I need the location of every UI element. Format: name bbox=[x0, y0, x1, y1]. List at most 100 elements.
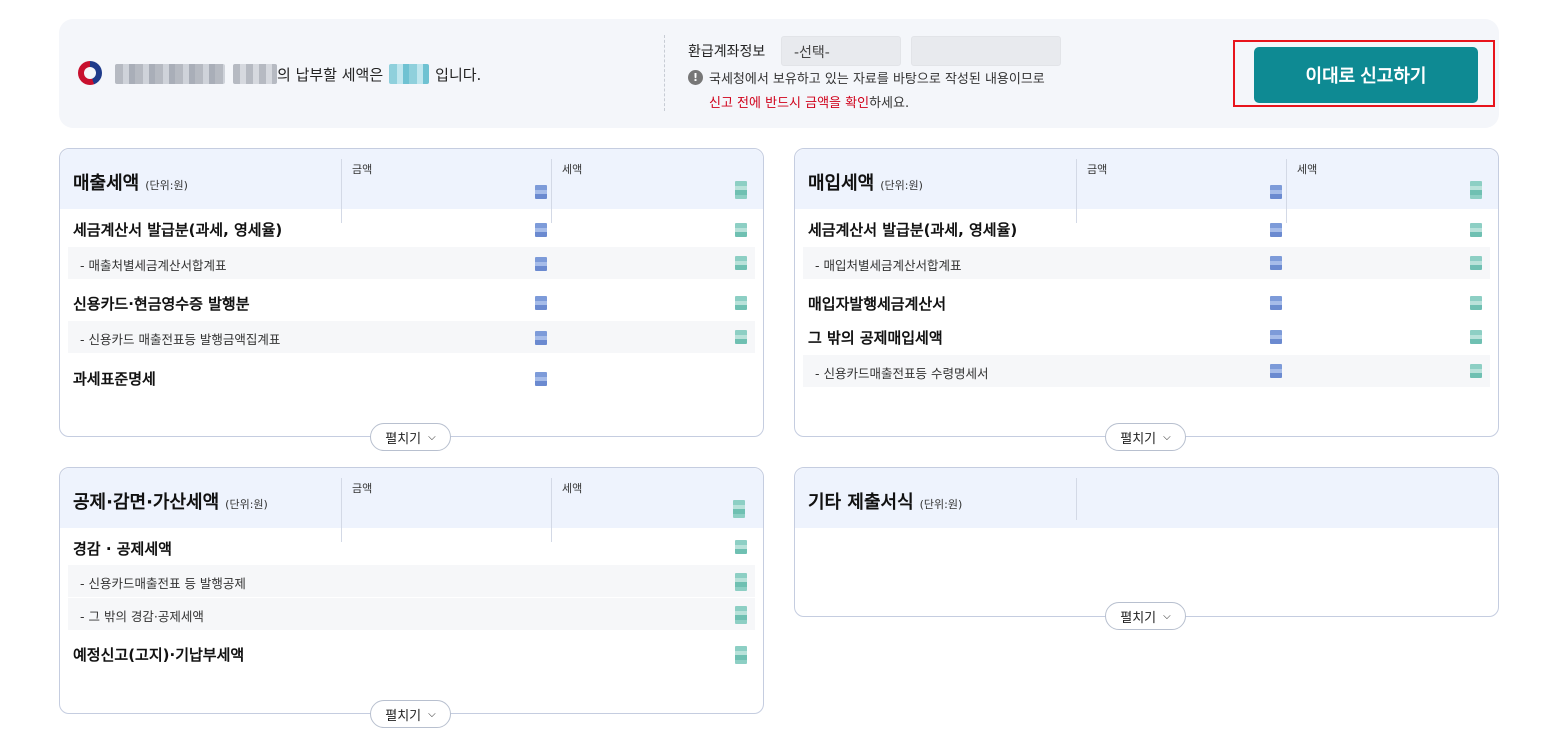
notice-line-2: 신고 전에 반드시 금액을 확인하세요. bbox=[709, 92, 909, 111]
masked-value bbox=[1270, 223, 1282, 237]
expand-label: 펼치기 bbox=[385, 708, 422, 724]
row-label: - 매출처별세금계산서합계표 bbox=[80, 258, 227, 273]
list-item[interactable]: 매입자발행세금계산서 bbox=[795, 286, 1498, 318]
chevron-down-icon: ⌵ bbox=[1163, 610, 1171, 622]
masked-value bbox=[535, 257, 547, 271]
unit-label: (단위:원) bbox=[145, 179, 188, 192]
purchase-tax-panel: 매입세액 (단위:원) 금액 세액 세금계산서 발급분(과세, 영세율) - 매입… bbox=[794, 148, 1499, 437]
masked-value bbox=[1470, 330, 1482, 344]
chevron-down-icon: ⌵ bbox=[1163, 431, 1171, 443]
list-item[interactable]: 그 밖의 공제매입세액 bbox=[795, 320, 1498, 352]
refund-account-input[interactable] bbox=[911, 36, 1061, 66]
masked-value bbox=[735, 256, 747, 270]
expand-button-sales[interactable]: 펼치기 ⌵ bbox=[370, 423, 451, 451]
list-item[interactable]: - 매입처별세금계산서합계표 bbox=[803, 247, 1490, 279]
expand-button-purchase[interactable]: 펼치기 ⌵ bbox=[1105, 423, 1186, 451]
row-label: - 신용카드매출전표등 수령명세서 bbox=[815, 366, 989, 381]
panel-title: 매입세액 (단위:원) bbox=[808, 169, 923, 195]
masked-value bbox=[535, 331, 547, 345]
row-label: 신용카드·현금영수증 발행분 bbox=[73, 295, 250, 313]
tax-payable-summary: 의 납부할 세액은 입니다. bbox=[115, 59, 481, 89]
masked-value bbox=[1470, 296, 1482, 310]
other-forms-panel: 기타 제출서식 (단위:원) bbox=[794, 467, 1499, 617]
masked-value bbox=[1470, 223, 1482, 237]
masked-value bbox=[733, 500, 745, 518]
list-item[interactable]: - 그 밖의 경감·공제세액 bbox=[68, 598, 755, 630]
unit-label: (단위:원) bbox=[225, 498, 268, 511]
masked-value bbox=[735, 296, 747, 310]
row-label: 경감 · 공제세액 bbox=[73, 540, 172, 558]
amount-column-header: 금액 bbox=[352, 482, 373, 495]
masked-value bbox=[735, 573, 747, 591]
chevron-down-icon: ⌵ bbox=[428, 431, 436, 443]
row-label: 예정신고(고지)·기납부세액 bbox=[73, 646, 245, 664]
masked-value bbox=[735, 646, 747, 664]
column-divider bbox=[1076, 478, 1077, 520]
submit-report-button[interactable]: 이대로 신고하기 bbox=[1254, 47, 1478, 103]
chevron-down-icon: ⌵ bbox=[428, 708, 436, 720]
row-label: 과세표준명세 bbox=[73, 370, 156, 388]
masked-value bbox=[1270, 364, 1282, 378]
masked-value bbox=[735, 540, 747, 554]
row-label: 그 밖의 공제매입세액 bbox=[808, 329, 943, 347]
masked-name bbox=[115, 64, 225, 84]
panel-title: 기타 제출서식 (단위:원) bbox=[808, 488, 962, 514]
deduction-tax-title: 공제·감면·가산세액 bbox=[73, 492, 220, 513]
masked-value bbox=[735, 181, 747, 199]
list-item[interactable]: - 매출처별세금계산서합계표 bbox=[68, 247, 755, 279]
amount-column-header: 금액 bbox=[1087, 163, 1108, 176]
list-item[interactable]: - 신용카드매출전표등 수령명세서 bbox=[803, 355, 1490, 387]
expand-label: 펼치기 bbox=[385, 431, 422, 447]
masked-value bbox=[1470, 364, 1482, 378]
list-item[interactable]: 경감 · 공제세액 bbox=[60, 531, 763, 563]
other-forms-title: 기타 제출서식 bbox=[808, 492, 914, 513]
expand-button-other[interactable]: 펼치기 ⌵ bbox=[1105, 602, 1186, 630]
notice-warning-text: 신고 전에 반드시 금액을 확인 bbox=[709, 96, 870, 111]
sales-tax-panel: 매출세액 (단위:원) 금액 세액 세금계산서 발급분(과세, 영세율) - 매출… bbox=[59, 148, 764, 437]
notice-text-1: 국세청에서 보유하고 있는 자료를 바탕으로 작성된 내용이므로 bbox=[709, 72, 1045, 87]
row-label: 세금계산서 발급분(과세, 영세율) bbox=[808, 221, 1018, 239]
owner-end-text: 입니다. bbox=[435, 65, 482, 84]
masked-value bbox=[1270, 185, 1282, 199]
masked-value bbox=[535, 296, 547, 310]
tax-column-header: 세액 bbox=[562, 163, 583, 176]
masked-value bbox=[1470, 181, 1482, 199]
refund-account-label: 환급계좌정보 bbox=[688, 44, 766, 60]
list-item[interactable]: - 신용카드매출전표 등 발행공제 bbox=[68, 565, 755, 597]
owner-suffix-text: 의 납부할 세액은 bbox=[277, 65, 384, 84]
notice-tail-text: 하세요. bbox=[869, 96, 910, 111]
submit-highlight-box: 이대로 신고하기 bbox=[1233, 40, 1495, 107]
masked-value bbox=[535, 185, 547, 199]
unit-label: (단위:원) bbox=[919, 498, 963, 511]
refund-bank-select[interactable]: -선택- bbox=[781, 36, 901, 66]
summary-bar: 의 납부할 세액은 입니다. 환급계좌정보 -선택- ! 국세청에서 보유하고 … bbox=[59, 19, 1499, 128]
row-label: - 그 밖의 경감·공제세액 bbox=[80, 609, 204, 624]
masked-value bbox=[1270, 296, 1282, 310]
list-item[interactable]: 과세표준명세 bbox=[60, 361, 763, 393]
list-item[interactable]: 세금계산서 발급분(과세, 영세율) bbox=[60, 212, 763, 244]
list-item[interactable]: 세금계산서 발급분(과세, 영세율) bbox=[795, 212, 1498, 244]
masked-value bbox=[735, 223, 747, 237]
expand-label: 펼치기 bbox=[1120, 431, 1157, 447]
row-label: - 신용카드매출전표 등 발행공제 bbox=[80, 576, 246, 591]
panel-title: 매출세액 (단위:원) bbox=[73, 169, 188, 195]
tax-column-header: 세액 bbox=[562, 482, 583, 495]
list-item[interactable]: - 신용카드 매출전표등 발행금액집계표 bbox=[68, 321, 755, 353]
row-label: - 신용카드 매출전표등 발행금액집계표 bbox=[80, 332, 281, 347]
masked-value bbox=[535, 223, 547, 237]
purchase-tax-title: 매입세액 bbox=[808, 173, 875, 194]
expand-button-deduction[interactable]: 펼치기 ⌵ bbox=[370, 700, 451, 728]
masked-name-2 bbox=[233, 64, 277, 84]
masked-value bbox=[1270, 256, 1282, 270]
amount-column-header: 금액 bbox=[352, 163, 373, 176]
masked-tax-amount bbox=[389, 64, 430, 84]
info-icon: ! bbox=[688, 70, 703, 85]
list-item[interactable]: 예정신고(고지)·기납부세액 bbox=[60, 637, 763, 669]
masked-value bbox=[1470, 256, 1482, 270]
masked-value bbox=[735, 606, 747, 624]
masked-value bbox=[535, 372, 547, 386]
masked-value bbox=[735, 330, 747, 344]
row-label: - 매입처별세금계산서합계표 bbox=[815, 258, 962, 273]
panel-title: 공제·감면·가산세액 (단위:원) bbox=[73, 488, 268, 514]
list-item[interactable]: 신용카드·현금영수증 발행분 bbox=[60, 286, 763, 318]
